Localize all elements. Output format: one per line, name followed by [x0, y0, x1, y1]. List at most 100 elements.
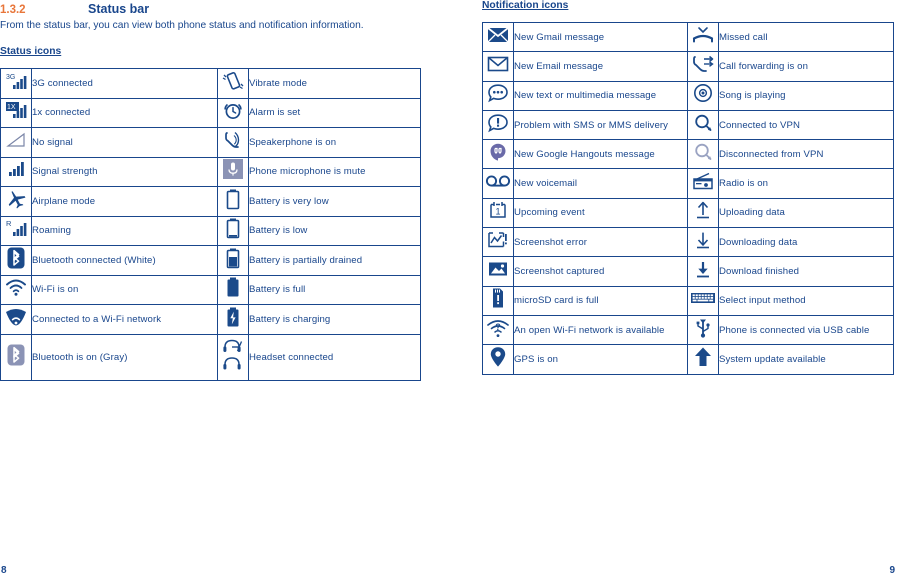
table-row: New Gmail message Missed call	[482, 21, 894, 53]
row-label: microSD card is full	[513, 285, 688, 316]
song-playing-icon	[687, 80, 719, 111]
radio-icon	[687, 168, 719, 199]
row-label: Select input method	[718, 285, 894, 316]
svg-text:?: ?	[495, 322, 501, 332]
row-label: Bluetooth connected (White)	[31, 245, 218, 276]
table-row: Screenshot error Downloading data	[482, 227, 894, 258]
microphone-mute-icon	[217, 156, 249, 187]
microsd-full-icon	[482, 285, 514, 316]
table-row: New voicemail Radio is on	[482, 168, 894, 199]
hangouts-icon	[482, 139, 514, 170]
upload-icon	[687, 197, 719, 229]
table-row: R Roaming Battery is low	[0, 215, 421, 246]
table-row: Screenshot captured Download finished	[482, 256, 894, 287]
row-label: Missed call	[718, 21, 894, 53]
row-label: Uploading data	[718, 197, 894, 229]
battery-very-low-icon	[217, 186, 249, 217]
vpn-connected-icon	[687, 109, 719, 141]
3g-connected-icon: 3G	[0, 68, 32, 99]
battery-low-icon	[217, 215, 249, 246]
signal-strength-icon	[0, 156, 32, 187]
row-label: New text or multimedia message	[513, 80, 688, 111]
gps-icon	[482, 344, 514, 375]
row-label: Headset connected	[248, 333, 421, 381]
row-label: Song is playing	[718, 80, 894, 111]
notification-icons-table: New Gmail message Missed call New Email …	[482, 21, 894, 375]
row-label: Wi-Fi is on	[31, 274, 218, 305]
battery-partial-icon	[217, 245, 249, 276]
calendar-event-icon: 1	[482, 197, 514, 229]
table-row: 3G 3G connected Vibrate mode	[0, 68, 421, 99]
download-icon	[687, 227, 719, 258]
intro-paragraph: From the status bar, you can view both p…	[0, 20, 364, 31]
call-forwarding-icon	[687, 51, 719, 82]
open-wifi-icon: ?	[482, 314, 514, 346]
row-label: Roaming	[31, 215, 218, 246]
email-icon	[482, 51, 514, 82]
row-label: Bluetooth is on (Gray)	[31, 333, 218, 381]
bluetooth-on-gray-icon	[0, 333, 32, 381]
row-label: Disconnected from VPN	[718, 139, 894, 170]
roaming-icon: R	[0, 215, 32, 246]
row-label: An open Wi-Fi network is available	[513, 314, 688, 346]
sms-message-icon	[482, 80, 514, 111]
row-label: Downloading data	[718, 227, 894, 258]
row-label: 3G connected	[31, 68, 218, 99]
usb-icon	[687, 314, 719, 346]
table-row: Connected to a Wi-Fi network Battery is …	[0, 304, 421, 335]
speakerphone-icon	[217, 127, 249, 158]
row-label: Screenshot captured	[513, 256, 688, 287]
table-row: Problem with SMS or MMS delivery Connect…	[482, 109, 894, 141]
bluetooth-connected-icon	[0, 245, 32, 276]
row-label: Download finished	[718, 256, 894, 287]
row-label: Screenshot error	[513, 227, 688, 258]
row-label: Battery is charging	[248, 304, 421, 335]
section-number: 1.3.2	[0, 4, 26, 16]
row-label: Phone is connected via USB cable	[718, 314, 894, 346]
headset-connected-icon	[217, 333, 249, 381]
table-row: New Google Hangouts message Disconnected…	[482, 139, 894, 170]
no-signal-icon	[0, 127, 32, 158]
wifi-connected-icon	[0, 304, 32, 335]
row-label: 1x connected	[31, 97, 218, 128]
gmail-icon	[482, 21, 514, 53]
system-update-icon	[687, 344, 719, 375]
alarm-clock-icon	[217, 97, 249, 128]
row-label: Battery is very low	[248, 186, 421, 217]
battery-charging-icon	[217, 304, 249, 335]
missed-call-icon	[687, 21, 719, 53]
row-label: New Gmail message	[513, 21, 688, 53]
voicemail-icon	[482, 168, 514, 199]
row-label: Upcoming event	[513, 197, 688, 229]
row-label: Connected to a Wi-Fi network	[31, 304, 218, 335]
status-icons-table: 3G 3G connected Vibrate mode 1X 1x conne…	[0, 68, 421, 381]
row-label: GPS is on	[513, 344, 688, 375]
table-row: No signal Speakerphone is on	[0, 127, 421, 158]
section-title: Status bar	[88, 2, 150, 16]
table-row: New text or multimedia message Song is p…	[482, 80, 894, 111]
download-finished-icon	[687, 256, 719, 287]
row-label: Connected to VPN	[718, 109, 894, 141]
screenshot-captured-icon	[482, 256, 514, 287]
row-label: New voicemail	[513, 168, 688, 199]
row-label: Speakerphone is on	[248, 127, 421, 158]
row-label: Call forwarding is on	[718, 51, 894, 82]
notification-icons-subheading: Notification icons	[482, 0, 569, 11]
status-icons-subheading: Status icons	[0, 46, 62, 57]
svg-text:R: R	[6, 219, 12, 228]
table-row: Signal strength Phone microphone is mute	[0, 156, 421, 187]
row-label: Battery is partially drained	[248, 245, 421, 276]
table-row: GPS is on System update available	[482, 344, 894, 375]
row-label: Signal strength	[31, 156, 218, 187]
table-row: Wi-Fi is on Battery is full	[0, 274, 421, 305]
manual-page-spread: 1.3.2 Status bar From the status bar, you…	[0, 0, 909, 580]
svg-text:3G: 3G	[6, 74, 15, 81]
svg-text:1X: 1X	[7, 104, 16, 111]
row-label: Phone microphone is mute	[248, 156, 421, 187]
row-label: New Email message	[513, 51, 688, 82]
row-label: Radio is on	[718, 168, 894, 199]
row-label: Alarm is set	[248, 97, 421, 128]
row-label: No signal	[31, 127, 218, 158]
battery-full-icon	[217, 274, 249, 305]
svg-text:1: 1	[496, 207, 501, 217]
